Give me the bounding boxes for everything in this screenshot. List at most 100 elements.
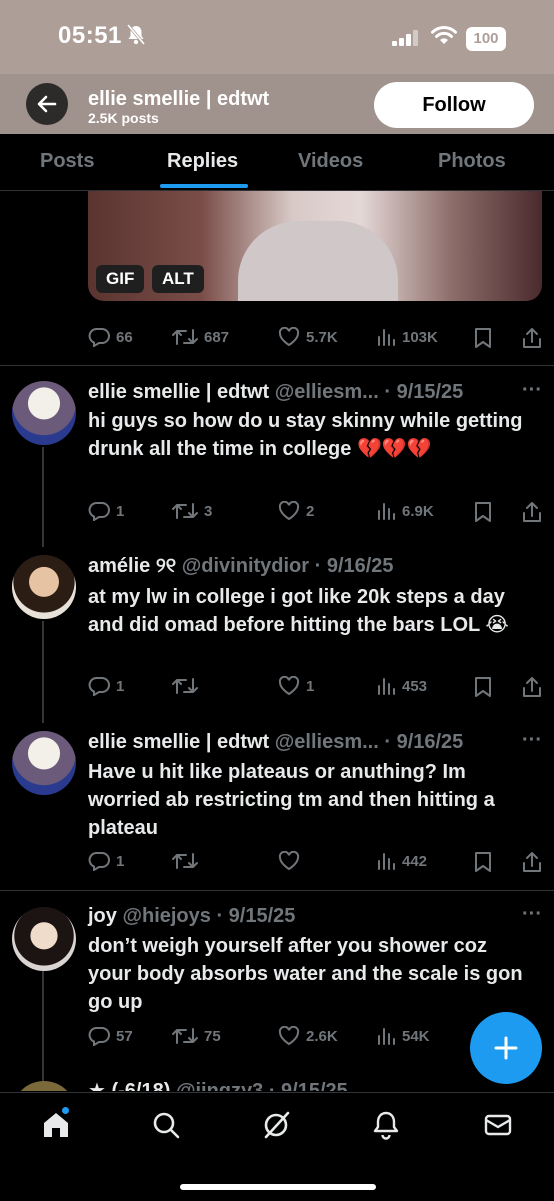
post-actions: 1 3 2 6.9K [88, 501, 544, 531]
avatar[interactable] [12, 907, 76, 971]
gif-media[interactable]: GIF ALT [88, 191, 542, 301]
reply-button[interactable]: 1 [88, 676, 124, 696]
views-button[interactable]: 6.9K [376, 501, 434, 521]
avatar[interactable] [12, 1081, 76, 1091]
mail-icon[interactable] [482, 1109, 514, 1141]
thread-line [42, 621, 44, 723]
avatar[interactable] [12, 731, 76, 795]
post-meta: amélie ୨୧ @divinitydior · 9/16/25 [88, 555, 394, 578]
views-button[interactable]: 54K [376, 1026, 430, 1046]
bookmark-icon[interactable] [474, 501, 492, 523]
author-name[interactable]: amélie ୨୧ [88, 555, 176, 577]
repost-icon [172, 853, 198, 869]
author-name[interactable]: joy [88, 905, 117, 927]
share-icon[interactable] [522, 501, 542, 523]
repost-button[interactable]: 3 [172, 501, 212, 521]
reply-button[interactable]: 1 [88, 851, 124, 871]
like-button[interactable]: 5.7K [278, 327, 338, 347]
post-actions: 1 1 453 [88, 676, 544, 706]
tab-posts[interactable]: Posts [40, 150, 94, 173]
share-icon[interactable] [522, 851, 542, 873]
views-icon [378, 853, 395, 870]
heart-icon [278, 676, 300, 696]
author-handle-date: @jingzy3 · 9/15/25 [175, 1080, 348, 1091]
like-button[interactable]: 2 [278, 501, 314, 521]
thread-line [42, 971, 44, 1091]
reply-icon [88, 328, 110, 347]
profile-header: ellie smellie | edtwt 2.5K posts Follow [0, 74, 554, 134]
search-icon[interactable] [150, 1109, 182, 1141]
like-button[interactable] [278, 851, 306, 871]
status-time: 05:51 [58, 22, 122, 49]
post-count: 2.5K posts [88, 110, 159, 126]
post-text: don’t weigh yourself after you shower co… [88, 935, 523, 1013]
gif-badge: GIF [96, 265, 145, 293]
views-icon [378, 329, 395, 346]
reply-button[interactable]: 1 [88, 501, 124, 521]
author-name[interactable]: ellie smellie | edtwt [88, 381, 269, 403]
share-icon[interactable] [522, 676, 542, 698]
tab-replies[interactable]: Replies [167, 150, 238, 173]
grok-icon[interactable] [260, 1109, 292, 1141]
back-button[interactable] [26, 83, 68, 125]
tab-photos[interactable]: Photos [438, 150, 506, 173]
avatar[interactable] [12, 381, 76, 445]
notification-dot [62, 1107, 69, 1114]
author-name[interactable]: ★ (-6/18) [88, 1080, 170, 1091]
heart-icon [278, 327, 300, 347]
wifi-icon [431, 25, 457, 44]
like-button[interactable]: 1 [278, 676, 314, 696]
profile-name: ellie smellie | edtwt [88, 88, 270, 110]
repost-button[interactable] [172, 851, 204, 871]
author-handle-date: @elliesm... · 9/16/25 [274, 731, 464, 753]
repost-icon [172, 678, 198, 694]
more-options-button[interactable]: ··· [522, 379, 542, 402]
views-icon [378, 678, 395, 695]
repost-icon [172, 1028, 198, 1044]
heart-icon [278, 1026, 300, 1046]
share-icon[interactable] [522, 327, 542, 349]
views-button[interactable]: 103K [376, 327, 438, 347]
more-options-button[interactable]: ··· [522, 729, 542, 752]
reply-icon [88, 1027, 110, 1046]
post-text: Have u hit like plateaus or anuthing? Im… [88, 761, 495, 839]
like-button[interactable]: 2.6K [278, 1026, 338, 1046]
author-handle-date: @hiejoys · 9/15/25 [122, 905, 296, 927]
compose-button[interactable] [470, 1012, 542, 1084]
alt-badge[interactable]: ALT [152, 265, 204, 293]
views-button[interactable]: 453 [376, 676, 427, 696]
bell-icon[interactable] [370, 1109, 402, 1141]
status-bar: 05:51 100 [0, 0, 554, 74]
follow-button[interactable]: Follow [374, 82, 534, 128]
bookmark-icon[interactable] [474, 851, 492, 873]
repost-icon [172, 329, 198, 345]
repost-button[interactable]: 687 [172, 327, 229, 347]
views-icon [378, 1028, 395, 1045]
thread-line [42, 447, 44, 547]
heart-icon [278, 501, 300, 521]
reply-button[interactable]: 57 [88, 1026, 133, 1046]
repost-button[interactable] [172, 676, 204, 696]
arrow-left-icon [37, 95, 57, 113]
post-meta: ★ (-6/18) @jingzy3 · 9/15/25 [88, 1078, 348, 1091]
bookmark-icon[interactable] [474, 676, 492, 698]
post-actions: 1 442 [88, 851, 544, 881]
author-handle-date: @elliesm... · 9/15/25 [274, 381, 464, 403]
avatar[interactable] [12, 555, 76, 619]
post-meta: joy @hiejoys · 9/15/25 [88, 905, 295, 928]
tab-videos[interactable]: Videos [298, 150, 363, 173]
reply-icon [88, 677, 110, 696]
repost-button[interactable]: 75 [172, 1026, 221, 1046]
views-button[interactable]: 442 [376, 851, 427, 871]
reply-feed[interactable]: GIF ALT 66 687 5.7K 103K ellie smellie |… [0, 191, 554, 1091]
plus-icon [494, 1036, 518, 1060]
bookmark-icon[interactable] [474, 327, 492, 349]
post-actions: 66 687 5.7K 103K [88, 327, 544, 357]
post-meta: ellie smellie | edtwt @elliesm... · 9/15… [88, 381, 463, 404]
reply-button[interactable]: 66 [88, 327, 133, 347]
more-options-button[interactable]: ··· [522, 903, 542, 926]
post-text: hi guys so how do u stay skinny while ge… [88, 410, 523, 460]
author-name[interactable]: ellie smellie | edtwt [88, 731, 269, 753]
bell-muted-icon [126, 24, 146, 45]
home-icon[interactable] [40, 1109, 72, 1141]
